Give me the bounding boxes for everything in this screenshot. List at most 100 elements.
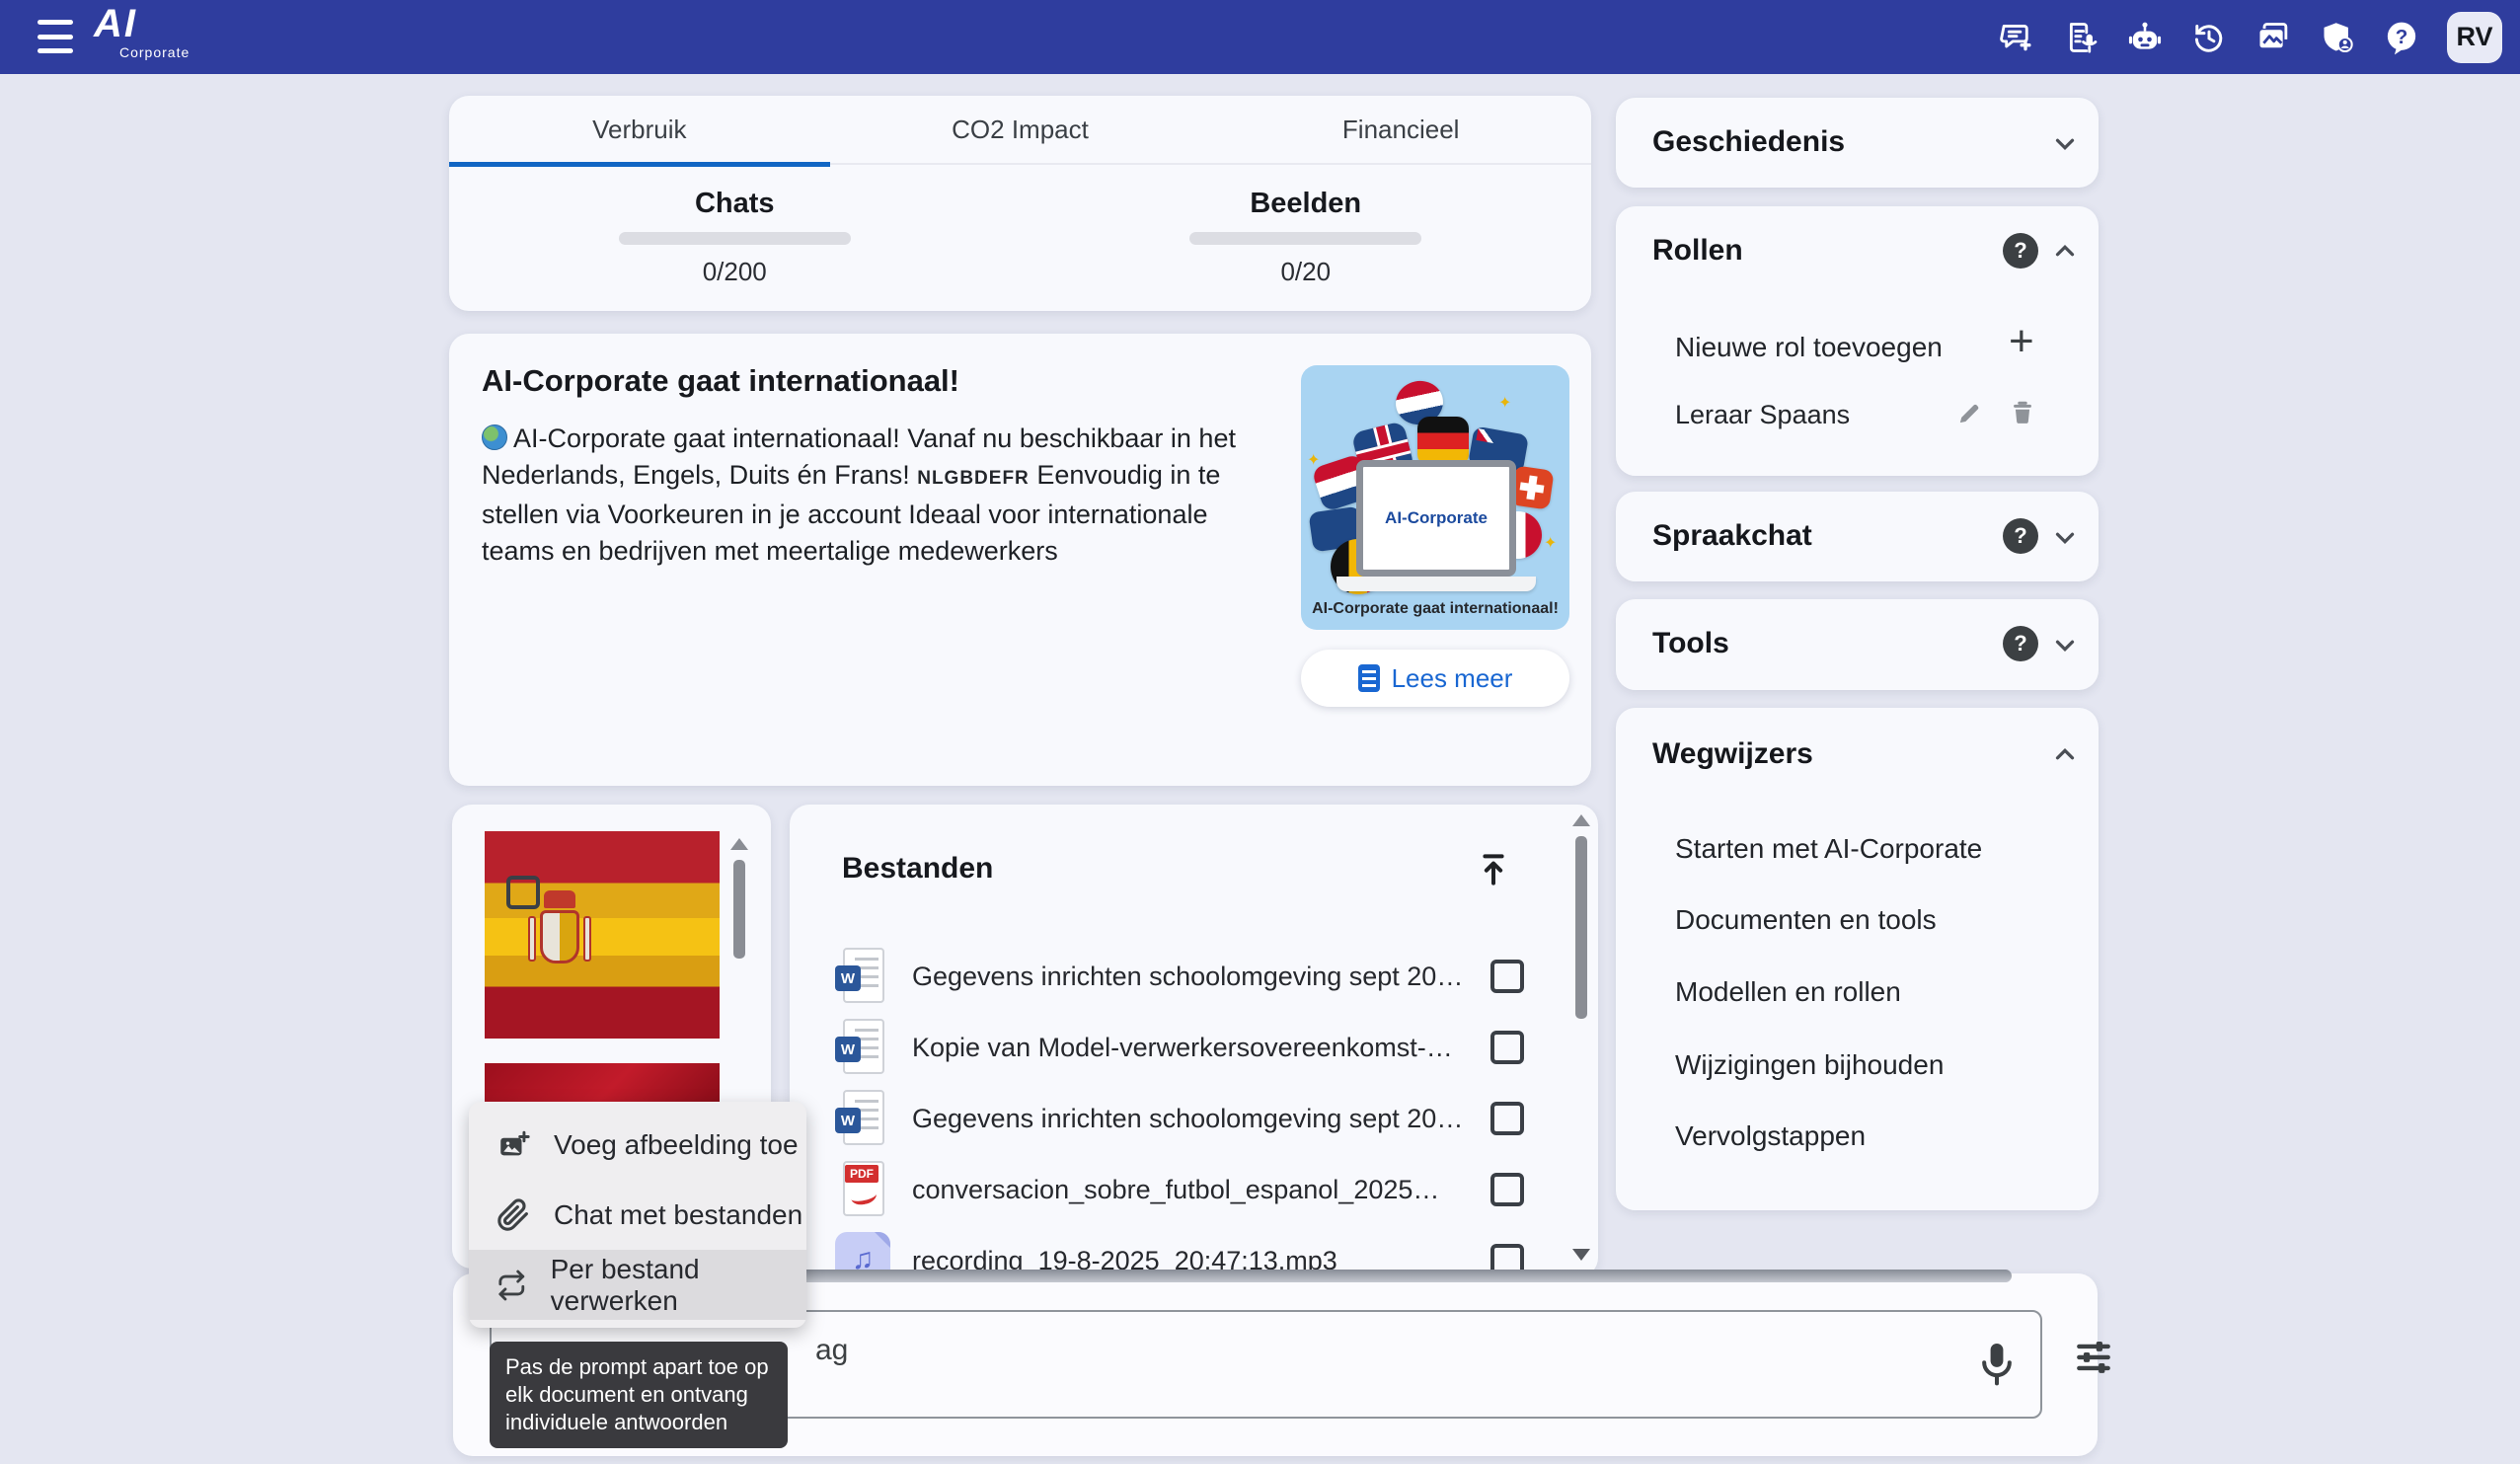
repeat-icon xyxy=(496,1269,527,1302)
news-illustration: ✦ ✦ ✦ AI-Corporate AI-Corporate gaat int… xyxy=(1301,365,1569,630)
files-scroll-up-arrow[interactable] xyxy=(1572,814,1590,826)
file-row[interactable]: W Kopie van Model-verwerkersovereenkomst… xyxy=(790,1012,1560,1083)
file-checkbox[interactable] xyxy=(1490,1173,1524,1206)
help-icon[interactable]: ? xyxy=(2383,19,2420,56)
chevron-down-icon[interactable] xyxy=(2050,523,2080,553)
language-flag-codes: NLGBDEFR xyxy=(917,468,1030,489)
attachment-context-menu: Voeg afbeelding toe Chat met bestanden P… xyxy=(469,1102,806,1328)
bot-icon[interactable] xyxy=(2126,19,2164,56)
word-file-icon: W xyxy=(833,1088,890,1149)
help-circle-icon[interactable]: ? xyxy=(2003,518,2038,554)
read-more-button[interactable]: Lees meer xyxy=(1301,650,1569,707)
guide-starten[interactable]: Starten met AI-Corporate xyxy=(1675,833,1982,865)
chats-label: Chats xyxy=(695,188,775,220)
usage-card: Verbruik CO2 Impact Financieel Chats 0/2… xyxy=(449,96,1591,311)
images-scrollbar[interactable] xyxy=(733,860,745,959)
history-icon[interactable] xyxy=(2190,19,2228,56)
chat-placeholder-visible: ag xyxy=(815,1334,848,1367)
chats-progressbar xyxy=(619,232,851,245)
tab-co2-impact[interactable]: CO2 Impact xyxy=(830,96,1211,163)
guide-modellen[interactable]: Modellen en rollen xyxy=(1675,976,1901,1008)
role-leraar-spaans[interactable]: Leraar Spaans xyxy=(1675,400,1850,430)
help-circle-icon[interactable]: ? xyxy=(2003,626,2038,661)
word-file-icon: W xyxy=(833,1017,890,1078)
topbar: AI Corporate xyxy=(0,0,2520,74)
spain-flag-image[interactable] xyxy=(485,831,720,1039)
files-panel: Bestanden W Gegevens inrichten schoolomg… xyxy=(790,805,1598,1277)
help-circle-icon[interactable]: ? xyxy=(2003,233,2038,269)
transcription-icon[interactable] xyxy=(2062,19,2100,56)
sparkle-icon: ✦ xyxy=(1498,393,1511,413)
edit-role-icon[interactable] xyxy=(1953,398,1987,431)
sparkle-icon: ✦ xyxy=(1544,533,1557,553)
chevron-up-icon[interactable] xyxy=(2050,236,2080,266)
add-role-plus-icon[interactable]: + xyxy=(2009,327,2034,356)
news-title: AI-Corporate gaat internationaal! xyxy=(482,363,959,399)
menu-item-add-image[interactable]: Voeg afbeelding toe xyxy=(469,1110,806,1180)
image-checkbox-1[interactable] xyxy=(506,876,540,909)
app-root: AI Corporate xyxy=(0,0,2520,1464)
delete-role-icon[interactable] xyxy=(2007,397,2040,430)
microphone-icon[interactable] xyxy=(1975,1340,2019,1391)
guide-documenten[interactable]: Documenten en tools xyxy=(1675,904,1937,936)
file-checkbox[interactable] xyxy=(1490,1031,1524,1064)
guide-vervolgstappen[interactable]: Vervolgstappen xyxy=(1675,1120,1866,1152)
beelden-label: Beelden xyxy=(1250,188,1361,220)
globe-icon xyxy=(482,424,507,450)
files-scrollbar[interactable] xyxy=(1575,836,1587,1019)
hamburger-menu-icon[interactable] xyxy=(38,20,73,53)
switzerland-flag-icon xyxy=(1509,465,1554,509)
germany-flag-icon xyxy=(1417,417,1469,466)
app-logo: AI Corporate xyxy=(94,4,190,59)
scroll-up-arrow[interactable] xyxy=(730,838,748,850)
add-role-label[interactable]: Nieuwe rol toevoegen xyxy=(1675,332,1943,363)
upload-icon[interactable] xyxy=(1474,850,1513,889)
file-row[interactable]: PDF conversacion_sobre_futbol_espanol_20… xyxy=(790,1154,1560,1225)
spain-crest xyxy=(532,890,587,973)
illustration-caption: AI-Corporate gaat internationaal! xyxy=(1301,600,1569,618)
usage-tabs: Verbruik CO2 Impact Financieel xyxy=(449,96,1591,165)
topbar-actions: ? RV xyxy=(1998,0,2502,74)
chevron-down-icon[interactable] xyxy=(2050,631,2080,660)
pdf-file-icon: PDF xyxy=(833,1159,890,1220)
file-checkbox[interactable] xyxy=(1490,1102,1524,1135)
chevron-down-icon[interactable] xyxy=(2050,129,2080,159)
section-spraakchat[interactable]: Spraakchat ? xyxy=(1616,492,2099,581)
file-row[interactable]: W Gegevens inrichten schoolomgeving sept… xyxy=(790,1083,1560,1154)
tune-settings-icon[interactable] xyxy=(2072,1335,2115,1378)
news-body: AI-Corporate gaat internationaal! Vanaf … xyxy=(482,421,1242,570)
menu-item-chat-with-files[interactable]: Chat met bestanden xyxy=(469,1180,806,1250)
word-file-icon: W xyxy=(833,946,890,1007)
chats-value: 0/200 xyxy=(703,257,767,287)
chevron-up-icon[interactable] xyxy=(2050,739,2080,769)
beelden-meter: Beelden 0/20 xyxy=(1021,165,1592,309)
news-card: AI-Corporate gaat internationaal! AI-Cor… xyxy=(449,334,1591,786)
menu-item-process-per-file[interactable]: Per bestand verwerken xyxy=(469,1250,806,1320)
section-geschiedenis[interactable]: Geschiedenis xyxy=(1616,98,2099,188)
svg-text:?: ? xyxy=(2396,25,2408,47)
sparkle-icon: ✦ xyxy=(1307,450,1320,470)
laptop-illustration: AI-Corporate xyxy=(1356,460,1516,577)
files-scroll-down-arrow[interactable] xyxy=(1572,1249,1590,1261)
per-file-tooltip: Pas de prompt apart toe op elk document … xyxy=(490,1342,788,1448)
guide-wijzigingen[interactable]: Wijzigingen bijhouden xyxy=(1675,1049,1944,1081)
tab-verbruik[interactable]: Verbruik xyxy=(449,96,830,163)
beelden-progressbar xyxy=(1189,232,1421,245)
file-row[interactable]: W Gegevens inrichten schoolomgeving sept… xyxy=(790,941,1560,1012)
file-list: W Gegevens inrichten schoolomgeving sept… xyxy=(790,941,1560,1277)
gallery-icon[interactable] xyxy=(2254,19,2292,56)
logo-sub: Corporate xyxy=(119,45,190,59)
privacy-shield-icon[interactable] xyxy=(2319,19,2356,56)
new-chat-icon[interactable] xyxy=(1998,19,2035,56)
laptop-base xyxy=(1336,577,1536,591)
tab-financieel[interactable]: Financieel xyxy=(1210,96,1591,163)
section-tools[interactable]: Tools ? xyxy=(1616,599,2099,690)
user-avatar[interactable]: RV xyxy=(2447,12,2502,63)
image-plus-icon xyxy=(496,1128,530,1162)
file-checkbox[interactable] xyxy=(1490,960,1524,993)
paperclip-icon xyxy=(496,1198,530,1232)
section-wegwijzers: Wegwijzers Starten met AI-Corporate Docu… xyxy=(1616,708,2099,1210)
section-rollen: Rollen ? Nieuwe rol toevoegen + Leraar S… xyxy=(1616,206,2099,476)
logo-main: AI xyxy=(94,2,137,45)
beelden-value: 0/20 xyxy=(1280,257,1331,287)
